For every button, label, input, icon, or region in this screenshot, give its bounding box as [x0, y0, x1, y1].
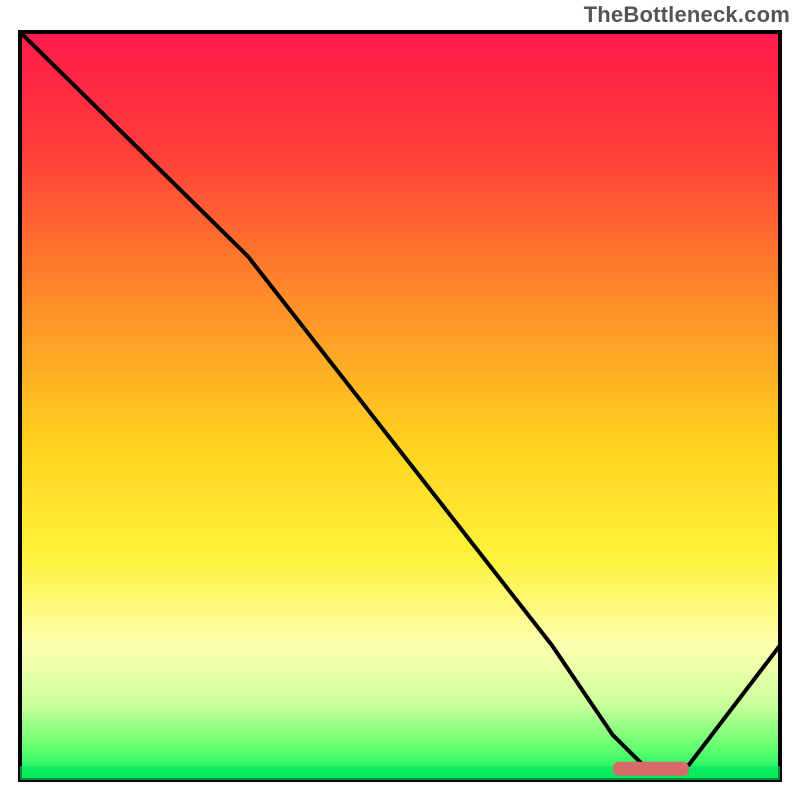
plot-area — [16, 28, 784, 784]
optimal-marker — [613, 762, 689, 776]
plot-svg — [16, 28, 784, 784]
watermark-text: TheBottleneck.com — [584, 2, 790, 28]
chart-container: TheBottleneck.com — [0, 0, 800, 800]
